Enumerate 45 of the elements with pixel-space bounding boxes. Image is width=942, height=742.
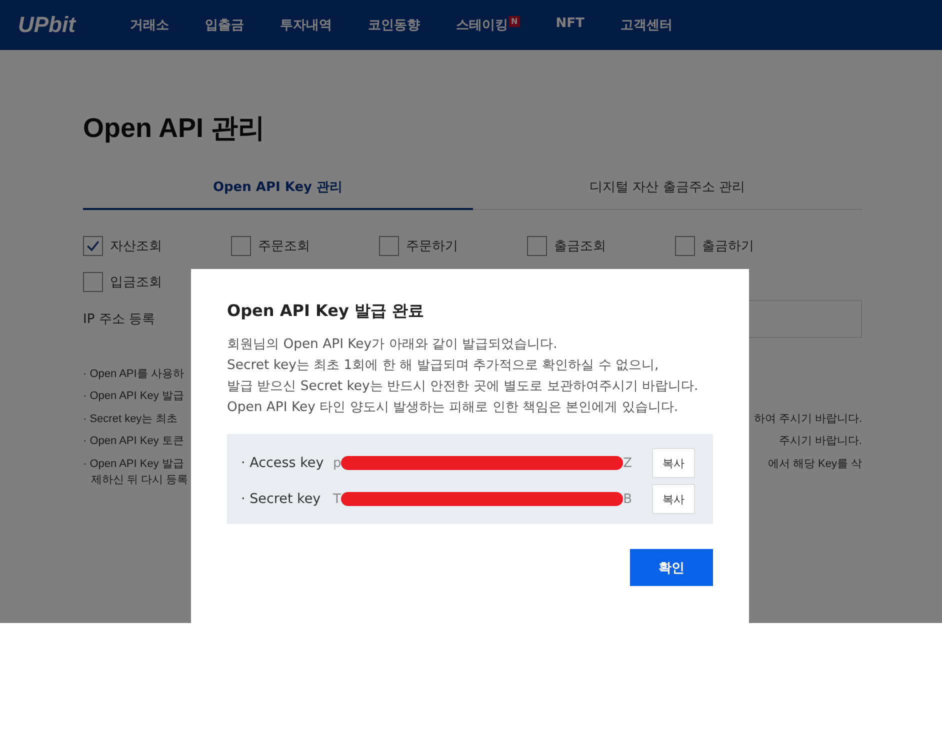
ip-label: IP 주소 등록 (83, 311, 155, 328)
new-badge: N (509, 16, 520, 27)
key-value: T (333, 492, 341, 506)
copy-button[interactable]: 복사 (652, 448, 695, 478)
nav-item[interactable]: 고객센터 (620, 16, 672, 34)
note-text: 에서 해당 Key를 삭 (768, 456, 862, 471)
nav-item[interactable]: NFT (556, 16, 584, 34)
checkbox-label: 출금조회 (554, 238, 606, 255)
nav-item[interactable]: 코인동향 (368, 16, 420, 34)
note-text: · Secret key는 최초 (83, 412, 178, 426)
confirm-button[interactable]: 확인 (630, 549, 713, 586)
note-text: · Open API를 사용하 (83, 366, 184, 381)
note-text: 제하신 뒤 다시 등록 (91, 473, 188, 487)
nav-item[interactable]: 스테이킹 $^{N}$ (456, 16, 520, 34)
dialog-message: 회원님의 Open API Key가 아래와 같이 발급되었습니다. Secret key는 최초 1회에 한 해 발급되며 추가적으로 확인하실 수 없으니, 발급 받으신 Secret key는 반드시 안전한 곳에 별도로 보관하여주시기 바랍니다. Open API Key 타인 양도시 발생하는 피해로 인한 책임은 본인에게 있습니다. (227, 336, 700, 417)
dialog-title: Open API Key 발급 완료 (227, 301, 426, 322)
page-title: Open API 관리 (83, 112, 266, 145)
checkbox[interactable] (231, 236, 251, 256)
note-text: · Open API Key 토큰 (83, 434, 184, 448)
key-label: · Secret key (241, 491, 322, 507)
checkbox-label: 입금조회 (110, 274, 162, 291)
checkbox-label: 주문조회 (258, 238, 310, 255)
nav-item[interactable]: 투자내역 (280, 16, 332, 34)
note-text: · Open API Key 발급 (83, 389, 184, 404)
checkbox-label: 주문하기 (406, 238, 458, 255)
key-label: · Access key (241, 455, 325, 471)
checkbox[interactable] (675, 236, 695, 256)
checkbox[interactable] (83, 236, 103, 256)
tab[interactable]: 디지털 자산 출금주소 관리 (472, 170, 862, 209)
checkbox-label: 출금하기 (702, 238, 754, 255)
checkbox[interactable] (527, 236, 547, 256)
note-text: 하여 주시기 바랍니다. (754, 412, 862, 426)
note-text: 주시기 바랍니다. (778, 434, 862, 448)
copy-button[interactable]: 복사 (652, 484, 695, 514)
checkbox[interactable] (379, 236, 399, 256)
checkbox-label: 자산조회 (110, 238, 162, 255)
logo[interactable]: UPbit (18, 12, 130, 38)
key-value: B (623, 492, 632, 506)
note-text: · Open API Key 발급 (83, 456, 184, 471)
key-value: Z (623, 456, 632, 470)
nav-item[interactable]: 거래소 (130, 16, 169, 34)
key-value: p (333, 456, 342, 470)
nav-item[interactable]: 입출금 (205, 16, 244, 34)
tab[interactable]: Open API Key 관리 (83, 170, 472, 210)
checkbox[interactable] (83, 272, 103, 292)
